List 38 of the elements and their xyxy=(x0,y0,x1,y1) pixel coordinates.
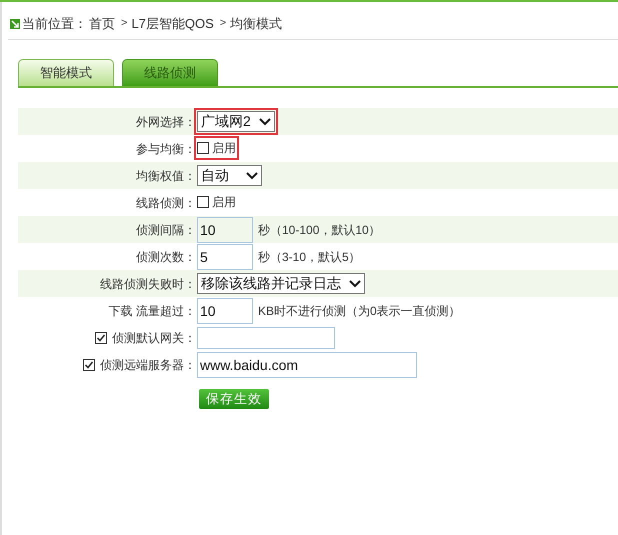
hint-text: 秒（10-100，默认10） xyxy=(258,222,381,238)
tab[interactable]: 智能模式 xyxy=(18,59,114,86)
input-field[interactable]: www.baidu.com xyxy=(197,352,417,378)
input-field[interactable]: 10 xyxy=(197,298,253,324)
field-label: 侦测远端服务器： xyxy=(100,356,196,374)
dropdown[interactable]: 移除该线路并记录日志 xyxy=(197,273,365,294)
field-label: 侦测次数： xyxy=(136,248,196,266)
field-label: 侦测默认网关： xyxy=(112,330,196,346)
input-field[interactable]: 10 xyxy=(197,216,253,242)
chevron-down-icon xyxy=(258,118,271,126)
field-label: 侦测间隔： xyxy=(136,222,196,238)
checkbox-label: 启用 xyxy=(212,194,236,210)
breadcrumb-separator: > xyxy=(220,16,226,32)
breadcrumb-link[interactable]: 首页 xyxy=(89,14,115,34)
hint-text: KB时不进行侦测（为0表示一直侦测） xyxy=(258,302,461,320)
hint-text: 秒（3-10，默认5） xyxy=(258,248,361,266)
field-label: 均衡权值： xyxy=(136,168,196,184)
field-label: 线路侦测： xyxy=(136,194,196,212)
field-label: 外网选择： xyxy=(136,114,196,130)
dropdown[interactable]: 自动 xyxy=(197,165,262,186)
input-field[interactable]: 5 xyxy=(197,244,253,270)
breadcrumb-link[interactable]: L7层智能QOS xyxy=(131,14,214,34)
checkbox[interactable] xyxy=(95,332,107,344)
arrow-icon xyxy=(10,18,20,28)
breadcrumb-separator: > xyxy=(121,16,128,32)
checkbox[interactable] xyxy=(197,196,209,208)
breadcrumb-label: 当前位置： xyxy=(22,14,87,33)
dropdown[interactable]: 广域网2 xyxy=(197,111,275,132)
field-label: 参与均衡： xyxy=(136,140,196,158)
checkbox[interactable] xyxy=(83,358,95,370)
field-label: 下载 流量超过： xyxy=(108,302,196,320)
breadcrumb-link[interactable]: 均衡模式 xyxy=(230,14,282,34)
chevron-down-icon xyxy=(349,280,361,288)
field-label: 线路侦测失败时： xyxy=(100,276,196,292)
chevron-down-icon xyxy=(246,172,258,180)
checkbox-label: 启用 xyxy=(212,140,236,156)
input-field[interactable] xyxy=(197,326,335,348)
checkbox[interactable] xyxy=(197,142,209,154)
